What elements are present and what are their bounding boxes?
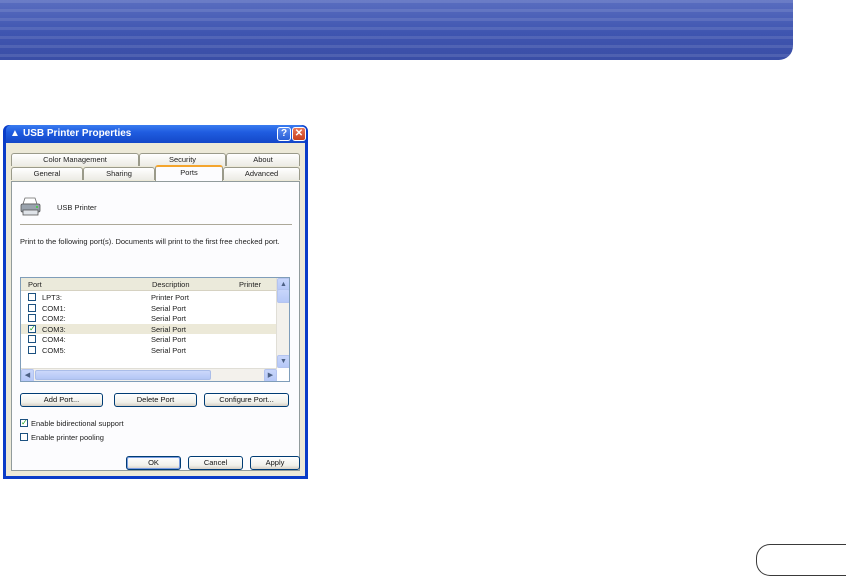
printer-icon [20, 197, 41, 216]
port-row[interactable]: COM2: Serial Port [21, 313, 277, 324]
port-description: Serial Port [151, 335, 187, 344]
title-bar[interactable]: ▲ USB Printer Properties ? ✕ [6, 125, 306, 143]
column-header-port[interactable]: Port [28, 280, 42, 289]
horizontal-scroll-thumb[interactable] [35, 370, 211, 380]
page-number-tab [756, 544, 846, 576]
configure-port-button[interactable]: Configure Port... [204, 393, 289, 407]
port-checkbox[interactable] [28, 335, 36, 343]
cancel-button[interactable]: Cancel [188, 456, 243, 470]
port-name: COM1: [42, 303, 66, 313]
port-row[interactable]: LPT3: Printer Port [21, 292, 277, 303]
ports-tab-panel: USB Printer Print to the following port(… [11, 181, 300, 471]
column-header-description[interactable]: Description [152, 280, 190, 289]
printer-name: USB Printer [57, 203, 97, 212]
bidirectional-checkbox-checked[interactable]: ✓ [20, 419, 28, 427]
port-description: Serial Port [151, 345, 187, 355]
port-name: COM4: [42, 335, 66, 344]
port-name: LPT3: [42, 293, 63, 302]
ports-list-header: Port Description Printer [21, 278, 277, 291]
scroll-left-icon[interactable]: ◀ [21, 369, 34, 381]
scroll-down-icon[interactable]: ▼ [277, 355, 289, 368]
port-description: Serial Port [151, 324, 187, 334]
pooling-checkbox[interactable] [20, 433, 28, 441]
tab-about[interactable]: About [226, 153, 300, 166]
port-row-selected[interactable]: ✓ COM3: Serial Port [21, 323, 277, 334]
tab-ports[interactable]: Ports [155, 165, 223, 181]
tab-advanced[interactable]: Advanced [223, 167, 300, 180]
port-description: Serial Port [151, 303, 187, 313]
header-banner [0, 0, 793, 60]
column-header-printer[interactable]: Printer [239, 280, 261, 289]
bidirectional-label[interactable]: Enable bidirectional support [31, 419, 124, 428]
ports-list-rows: LPT3: Printer Port COM1: Serial Port COM… [21, 292, 277, 355]
close-button[interactable]: ✕ [292, 127, 306, 141]
vertical-scrollbar[interactable]: ▲ ▼ [276, 278, 289, 368]
port-checkbox[interactable] [28, 303, 36, 312]
window-title: USB Printer Properties [23, 128, 132, 139]
help-button[interactable]: ? [277, 127, 291, 141]
printer-properties-dialog: ▲ USB Printer Properties ? ✕ Color Manag… [3, 125, 308, 479]
port-checkbox-checked[interactable]: ✓ [28, 324, 36, 333]
separator [20, 224, 292, 225]
dialog-client-area: Color Management Security About General … [6, 143, 305, 476]
tab-sharing[interactable]: Sharing [83, 167, 155, 180]
port-checkbox[interactable] [28, 314, 36, 322]
printer-title-icon: ▲ [10, 128, 20, 139]
apply-button[interactable]: Apply [250, 456, 300, 470]
port-checkbox[interactable] [28, 345, 36, 354]
port-description: Serial Port [151, 314, 187, 323]
tab-general[interactable]: General [11, 167, 83, 180]
scroll-right-icon[interactable]: ▶ [264, 369, 277, 381]
scroll-thumb[interactable] [277, 289, 289, 303]
ports-list[interactable]: Port Description Printer LPT3: Printer P… [20, 277, 290, 382]
horizontal-scrollbar[interactable]: ◀ ▶ [21, 368, 277, 381]
port-row[interactable]: COM1: Serial Port [21, 303, 277, 314]
ok-button[interactable]: OK [126, 456, 181, 470]
tab-color-management[interactable]: Color Management [11, 153, 139, 166]
pooling-label[interactable]: Enable printer pooling [31, 433, 104, 442]
port-name: COM5: [42, 345, 66, 355]
port-name: COM2: [42, 314, 66, 323]
ports-instructions: Print to the following port(s). Document… [20, 237, 280, 246]
add-port-button[interactable]: Add Port... [20, 393, 103, 407]
port-row[interactable]: COM4: Serial Port [21, 334, 277, 345]
port-description: Printer Port [151, 293, 189, 302]
port-row[interactable]: COM5: Serial Port [21, 345, 277, 356]
delete-port-button[interactable]: Delete Port [114, 393, 197, 407]
port-checkbox[interactable] [28, 293, 36, 301]
port-name: COM3: [42, 324, 66, 334]
